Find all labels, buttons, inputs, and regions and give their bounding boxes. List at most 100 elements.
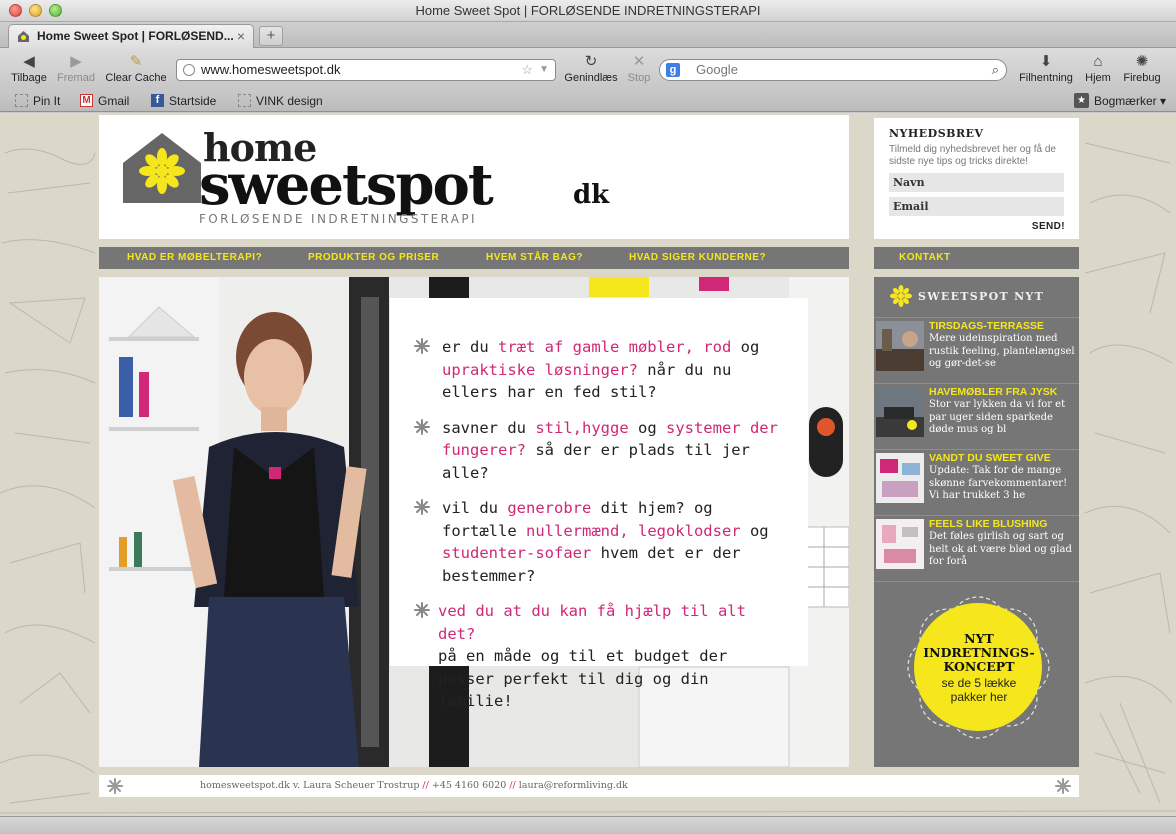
- asterisk-icon: [107, 778, 123, 794]
- badge-line-5: pakker her: [950, 690, 1008, 704]
- divider: [874, 515, 1079, 516]
- badge-link[interactable]: NYT INDRETNINGS- KONCEPT se de 5 lække p…: [914, 631, 1044, 705]
- bookmark-icon: [238, 94, 251, 107]
- asterisk-icon: [414, 418, 430, 435]
- forward-label: Fremad: [57, 72, 95, 84]
- news-title[interactable]: HAVEMØBLER FRA JYSK: [929, 386, 1057, 398]
- minimize-window-button[interactable]: [29, 4, 42, 17]
- clear-cache-label: Clear Cache: [105, 72, 167, 84]
- gmail-icon: M: [80, 94, 93, 107]
- search-placeholder: Google: [696, 62, 738, 77]
- divider: [874, 383, 1079, 384]
- reload-label: Genindlæs: [564, 72, 618, 84]
- footer-text: homesweetspot.dk v. Laura Scheuer Trostr…: [200, 775, 628, 797]
- back-label: Tilbage: [11, 72, 47, 84]
- logo-dk-text[interactable]: dk: [573, 180, 609, 210]
- bookmarks-bar: Pin It M Gmail f Startside VINK design ★…: [0, 90, 1176, 112]
- firebug-label: Firebug: [1123, 72, 1161, 84]
- newsletter-name-field[interactable]: Navn: [889, 173, 1064, 192]
- url-input[interactable]: www.homesweetspot.dk ☆ ▼: [176, 59, 556, 81]
- tab-close-icon[interactable]: ×: [237, 25, 245, 48]
- reload-icon: ↻: [584, 53, 598, 70]
- site-header: home sweetspot dk FORLØSENDE INDRETNINGS…: [99, 115, 849, 239]
- badge-line-1: NYT: [964, 631, 994, 646]
- logo-sweetspot-text[interactable]: sweetspot: [199, 155, 494, 215]
- zoom-window-button[interactable]: [49, 4, 62, 17]
- web-page: home sweetspot dk FORLØSENDE INDRETNINGS…: [0, 113, 1176, 816]
- divider: [874, 317, 1079, 318]
- news-item[interactable]: FEELS LIKE BLUSHING Det føles girlish og…: [874, 517, 1079, 579]
- search-icon[interactable]: ⌕: [992, 60, 999, 80]
- hero-paragraph: vil du generobre dit hjem? og fortælle n…: [414, 497, 786, 587]
- logo-tagline: FORLØSENDE INDRETNINGSTERAPI: [199, 212, 477, 226]
- download-arrow-icon: ⬇: [1039, 53, 1053, 70]
- bookmark-gmail[interactable]: M Gmail: [80, 93, 129, 109]
- clear-cache-button[interactable]: ✎ Clear Cache: [103, 52, 169, 84]
- house-logo-icon[interactable]: [123, 133, 201, 203]
- news-thumbnail[interactable]: [876, 453, 924, 503]
- newsletter-send-button[interactable]: SEND!: [1032, 221, 1065, 232]
- arrow-right-icon: ▶: [70, 53, 82, 70]
- newsletter-box: NYHEDSBREV Tilmeld dig nyhedsbrevet her …: [874, 118, 1079, 239]
- downloads-button[interactable]: ⬇ Filhentning: [1014, 52, 1078, 84]
- footer-owner: homesweetspot.dk v. Laura Scheuer Trostr…: [200, 780, 420, 791]
- newsletter-email-field[interactable]: Email: [889, 197, 1064, 216]
- news-thumbnail[interactable]: [876, 387, 924, 437]
- hero-highlight: stil,hygge: [535, 418, 629, 437]
- bookmark-vink-design[interactable]: VINK design: [238, 93, 323, 109]
- news-excerpt: Stor var lykken da vi for et par uger si…: [929, 399, 1066, 435]
- hero-text: vil du: [442, 499, 508, 517]
- bookmark-star-icon[interactable]: ☆: [521, 60, 533, 80]
- url-dropdown-icon[interactable]: ▼: [539, 60, 549, 80]
- nav-toolbar: ◀ Tilbage ▶ Fremad ✎ Clear Cache www.hom…: [0, 48, 1176, 90]
- main-nav: HVAD ER MØBELTERAPI? PRODUKTER OG PRISER…: [99, 247, 849, 269]
- news-item[interactable]: VANDT DU SWEET GIVE Update: Tak for de m…: [874, 451, 1079, 513]
- news-title[interactable]: TIRSDAGS-TERRASSE: [929, 320, 1044, 332]
- hero-text: er du: [442, 338, 498, 356]
- bookmark-label: Gmail: [98, 94, 130, 108]
- news-title[interactable]: VANDT DU SWEET GIVE: [929, 452, 1051, 464]
- close-window-button[interactable]: [9, 4, 22, 17]
- home-icon: ⌂: [1093, 53, 1103, 70]
- stop-button[interactable]: ✕ Stop: [624, 52, 654, 84]
- search-input[interactable]: g Google ⌕: [659, 59, 1007, 81]
- news-thumbnail[interactable]: [876, 519, 924, 569]
- nav-item-hvem[interactable]: HVEM STÅR BAG?: [486, 247, 583, 269]
- news-thumbnail[interactable]: [876, 321, 924, 371]
- bookmarks-star-icon: ★: [1073, 93, 1089, 108]
- tab-active[interactable]: Home Sweet Spot | FORLØSEND... ×: [8, 24, 254, 48]
- tab-title: Home Sweet Spot | FORLØSEND...: [37, 29, 234, 43]
- footer-email-link[interactable]: laura@reformliving.dk: [519, 780, 628, 791]
- news-item[interactable]: HAVEMØBLER FRA JYSK Stor var lykken da v…: [874, 385, 1079, 447]
- reload-button[interactable]: ↻ Genindlæs: [562, 52, 620, 84]
- news-title[interactable]: FEELS LIKE BLUSHING: [929, 518, 1047, 530]
- window-controls: [9, 4, 62, 17]
- sidebar-title: SWEETSPOT NYT: [918, 290, 1045, 303]
- news-excerpt: Mere udeinspiration med rustik feeling, …: [929, 333, 1075, 369]
- back-button[interactable]: ◀ Tilbage: [8, 52, 50, 84]
- forward-button[interactable]: ▶ Fremad: [54, 52, 98, 84]
- favicon-icon: [18, 31, 29, 42]
- firebug-button[interactable]: ✺ Firebug: [1118, 52, 1166, 84]
- nav-item-produkter[interactable]: PRODUKTER OG PRISER: [308, 247, 439, 269]
- home-button[interactable]: ⌂ Hjem: [1082, 52, 1114, 84]
- hero-message-box: er du træt af gamle møbler, rod og uprak…: [390, 298, 808, 710]
- bookmark-startside[interactable]: f Startside: [151, 93, 216, 109]
- hero-paragraph: er du træt af gamle møbler, rod og uprak…: [414, 336, 786, 404]
- bookmarks-menu-label: Bogmærker: [1093, 94, 1157, 108]
- google-engine-icon[interactable]: g: [666, 63, 680, 77]
- stop-icon: ✕: [632, 53, 646, 70]
- hero-highlight: træt af gamle møbler, rod: [498, 338, 732, 356]
- flower-icon: [890, 285, 912, 307]
- nav-item-kontakt[interactable]: KONTAKT: [874, 247, 1079, 269]
- nav-item-kunderne[interactable]: HVAD SIGER KUNDERNE?: [629, 247, 766, 269]
- footer-phone: +45 4160 6020: [431, 780, 507, 791]
- badge-line-3: KONCEPT: [943, 659, 1015, 674]
- bookmark-label: Pin It: [33, 94, 61, 108]
- bookmark-pin-it[interactable]: Pin It: [15, 93, 60, 109]
- nav-item-moebelterapi[interactable]: HVAD ER MØBELTERAPI?: [127, 247, 262, 269]
- new-tab-button[interactable]: +: [259, 26, 283, 46]
- news-item[interactable]: TIRSDAGS-TERRASSE Mere udeinspiration me…: [874, 319, 1079, 381]
- bookmarks-menu[interactable]: ★ Bogmærker ▾: [1073, 93, 1166, 109]
- bookmark-label: VINK design: [256, 94, 323, 108]
